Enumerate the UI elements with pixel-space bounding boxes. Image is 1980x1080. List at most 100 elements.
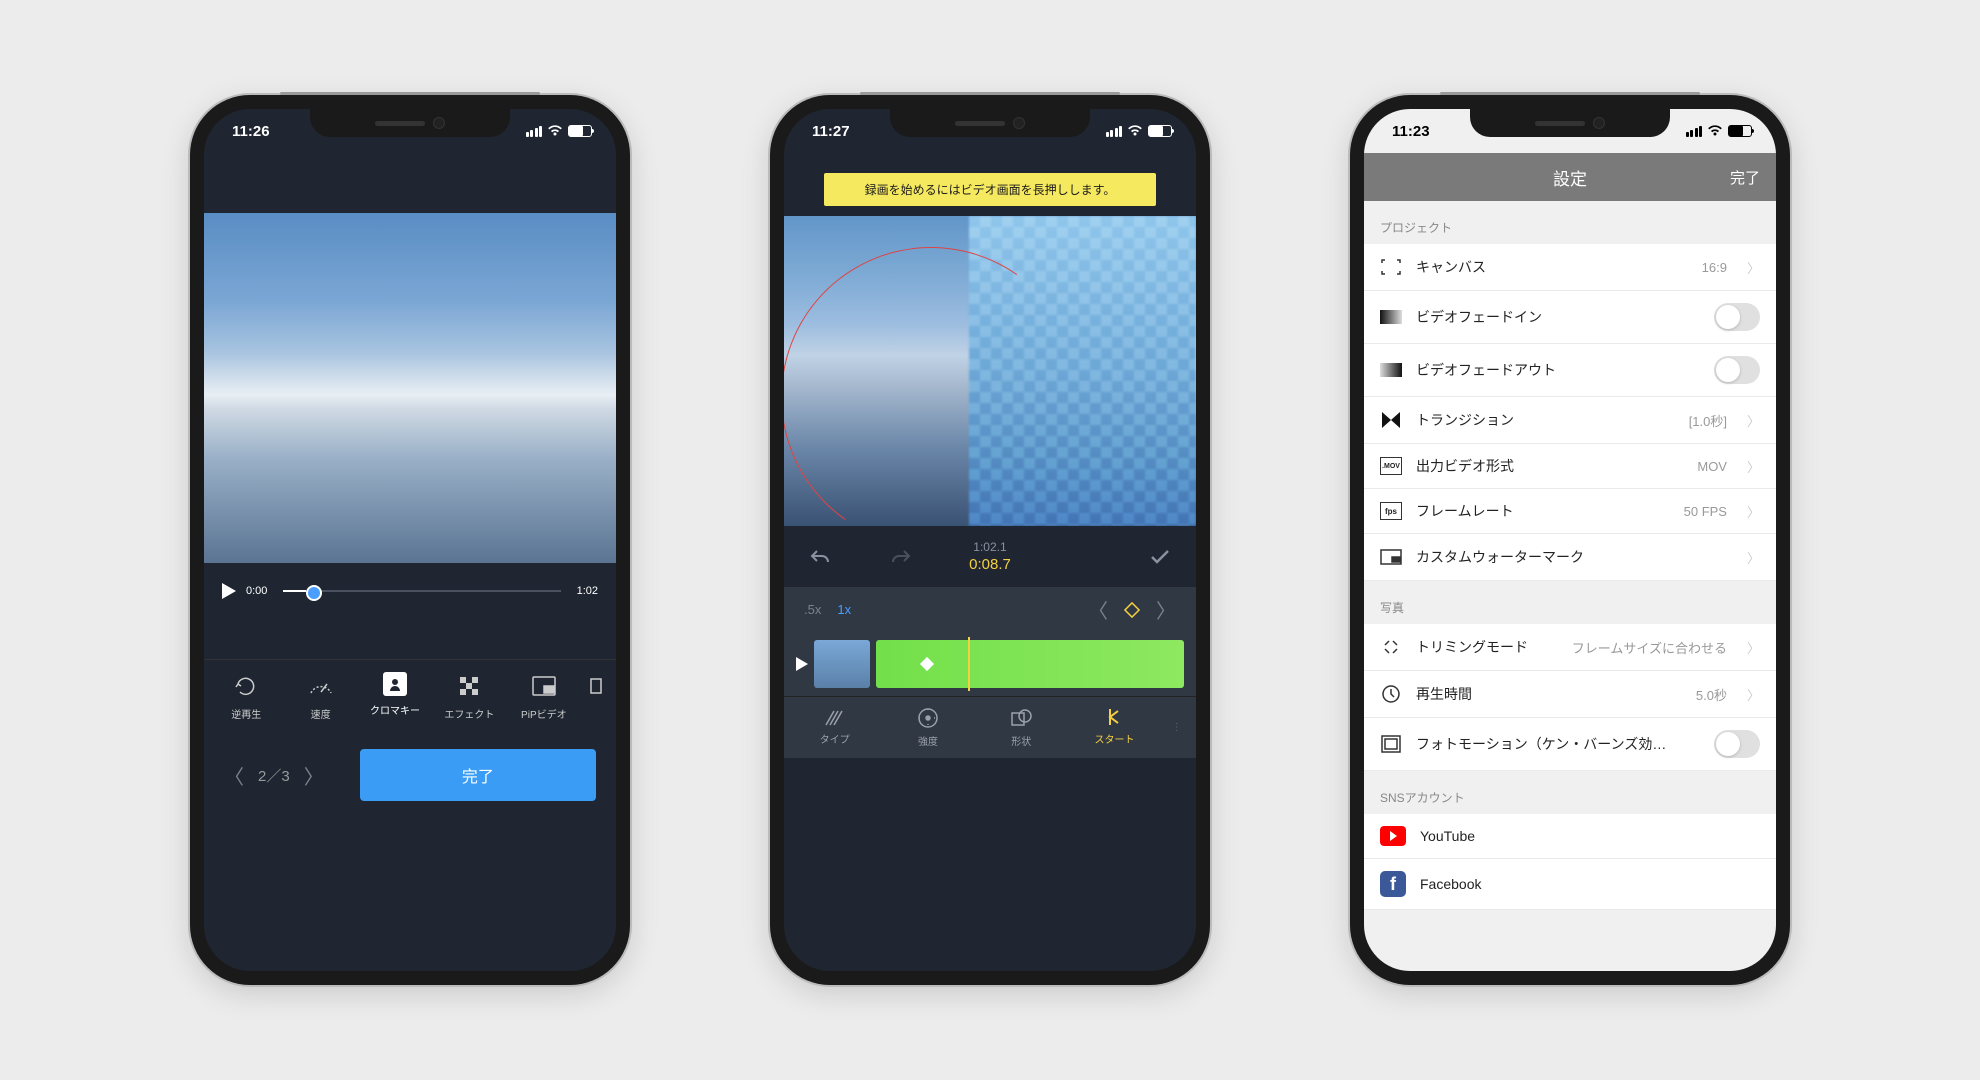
effect-icon	[455, 672, 483, 700]
toggle[interactable]	[1714, 303, 1760, 331]
prev-icon[interactable]: 〈	[224, 761, 244, 790]
fx-type[interactable]: タイプ	[790, 707, 879, 748]
youtube-icon	[1380, 826, 1406, 846]
zoom-half[interactable]: .5x	[804, 602, 821, 617]
done-button[interactable]: 完了	[1730, 167, 1760, 188]
tool-pip[interactable]: PiPビデオ	[508, 672, 580, 721]
play-icon[interactable]	[222, 583, 236, 599]
progress-slider[interactable]	[283, 590, 560, 592]
fx-shape[interactable]: 形状	[977, 707, 1066, 748]
bottom-bar: 〈 2／3 〉 完了	[204, 733, 616, 817]
signal-icon	[1686, 126, 1703, 137]
phone-2: 11:27 録画を始めるにはビデオ画面を長押しします。 1:02.1 0:08.…	[770, 95, 1210, 985]
row-duration[interactable]: 再生時間5.0秒〉	[1364, 671, 1776, 718]
row-fadeout[interactable]: ビデオフェードアウト	[1364, 344, 1776, 397]
facebook-icon: f	[1380, 871, 1406, 897]
wifi-icon	[1707, 125, 1723, 137]
prev-keyframe-icon[interactable]: 〈	[1088, 595, 1108, 624]
tool-speed[interactable]: 速度	[284, 672, 356, 721]
done-button[interactable]: 完了	[360, 749, 596, 801]
next-icon[interactable]: 〉	[304, 761, 324, 790]
row-watermark[interactable]: カスタムウォーターマーク〉	[1364, 534, 1776, 581]
total-time: 1:02	[577, 585, 598, 597]
tool-reverse[interactable]: 逆再生	[210, 672, 282, 721]
confirm-icon[interactable]	[1148, 547, 1172, 567]
format-icon: .MOV	[1380, 457, 1402, 475]
playback-bar: 0:00 1:02	[204, 563, 616, 619]
chevron-right-icon: 〉	[1747, 502, 1760, 521]
notch	[1470, 109, 1670, 137]
chevron-right-icon: 〉	[1747, 638, 1760, 657]
current-time: 0:00	[246, 585, 267, 597]
timeline[interactable]	[784, 632, 1196, 696]
wifi-icon	[1127, 125, 1143, 137]
chevron-right-icon: 〉	[1747, 548, 1760, 567]
hint-banner: 録画を始めるにはビデオ画面を長押しします。	[824, 173, 1156, 206]
phone-1: 11:26 0:00 1:02 逆再生 速度 クロマキー エフェクト PiPビデ…	[190, 95, 630, 985]
canvas-icon	[1380, 256, 1402, 278]
signal-icon	[1106, 126, 1123, 137]
row-facebook[interactable]: fFacebook	[1364, 859, 1776, 910]
fadeout-icon	[1380, 359, 1402, 381]
fps-icon: fps	[1380, 502, 1402, 520]
clip-thumbnail[interactable]	[814, 640, 870, 688]
toggle[interactable]	[1714, 356, 1760, 384]
wifi-icon	[547, 125, 563, 137]
next-keyframe-icon[interactable]: 〉	[1156, 595, 1176, 624]
clock-icon	[1380, 683, 1402, 705]
redo-icon[interactable]	[889, 547, 913, 567]
zoom-row: .5x 1x 〈 〉	[784, 587, 1196, 632]
fadein-icon	[1380, 306, 1402, 328]
undo-icon[interactable]	[808, 547, 832, 567]
tool-more[interactable]	[582, 672, 610, 721]
row-youtube[interactable]: YouTube	[1364, 814, 1776, 859]
chromakey-icon	[383, 672, 407, 696]
fx-intensity[interactable]: 強度	[883, 707, 972, 748]
chevron-right-icon: 〉	[1747, 411, 1760, 430]
section-sns: SNSアカウント	[1364, 771, 1776, 814]
watermark-icon	[1380, 546, 1402, 568]
more-icon	[582, 672, 610, 700]
clock: 11:23	[1392, 123, 1430, 140]
chevron-right-icon: 〉	[1747, 685, 1760, 704]
tool-bar: 逆再生 速度 クロマキー エフェクト PiPビデオ	[204, 659, 616, 733]
speed-icon	[307, 672, 335, 700]
toggle[interactable]	[1714, 730, 1760, 758]
effect-toolbar: タイプ 強度 形状 スタート ⋮	[784, 696, 1196, 758]
row-format[interactable]: .MOV出力ビデオ形式MOV〉	[1364, 444, 1776, 489]
fx-start[interactable]: スタート	[1070, 707, 1159, 748]
edit-controls: 1:02.1 0:08.7	[784, 526, 1196, 587]
section-project: プロジェクト	[1364, 201, 1776, 244]
tool-chromakey[interactable]: クロマキー	[359, 672, 431, 721]
video-preview[interactable]	[784, 216, 1196, 526]
tool-effect[interactable]: エフェクト	[433, 672, 505, 721]
keyframe-marker[interactable]	[920, 657, 934, 671]
effect-clip[interactable]	[876, 640, 1184, 688]
play-icon[interactable]	[796, 657, 808, 671]
row-fps[interactable]: fpsフレームレート50 FPS〉	[1364, 489, 1776, 534]
battery-icon	[568, 125, 592, 137]
clock: 11:27	[812, 123, 850, 140]
notch	[310, 109, 510, 137]
row-transition[interactable]: トランジション[1.0秒]〉	[1364, 397, 1776, 444]
row-canvas[interactable]: キャンバス16:9〉	[1364, 244, 1776, 291]
row-kenburns[interactable]: フォトモーション（ケン・バーンズ効…	[1364, 718, 1776, 771]
battery-icon	[1728, 125, 1752, 137]
keyframe-icon[interactable]	[1124, 602, 1140, 618]
chevron-right-icon: 〉	[1747, 457, 1760, 476]
signal-icon	[526, 126, 543, 137]
photo-icon	[1380, 733, 1402, 755]
nav-title: 設定	[1553, 165, 1587, 190]
row-trim[interactable]: トリミングモードフレームサイズに合わせる〉	[1364, 624, 1776, 671]
zoom-one[interactable]: 1x	[837, 602, 851, 617]
trim-icon	[1380, 636, 1402, 658]
page-indicator: 2／3	[258, 765, 290, 786]
current-time: 0:08.7	[969, 556, 1011, 573]
fx-more[interactable]: ⋮	[1163, 707, 1190, 748]
chevron-right-icon: 〉	[1747, 258, 1760, 277]
total-time: 1:02.1	[969, 540, 1011, 554]
video-preview[interactable]	[204, 213, 616, 563]
row-fadein[interactable]: ビデオフェードイン	[1364, 291, 1776, 344]
time-display: 1:02.1 0:08.7	[969, 540, 1011, 573]
battery-icon	[1148, 125, 1172, 137]
